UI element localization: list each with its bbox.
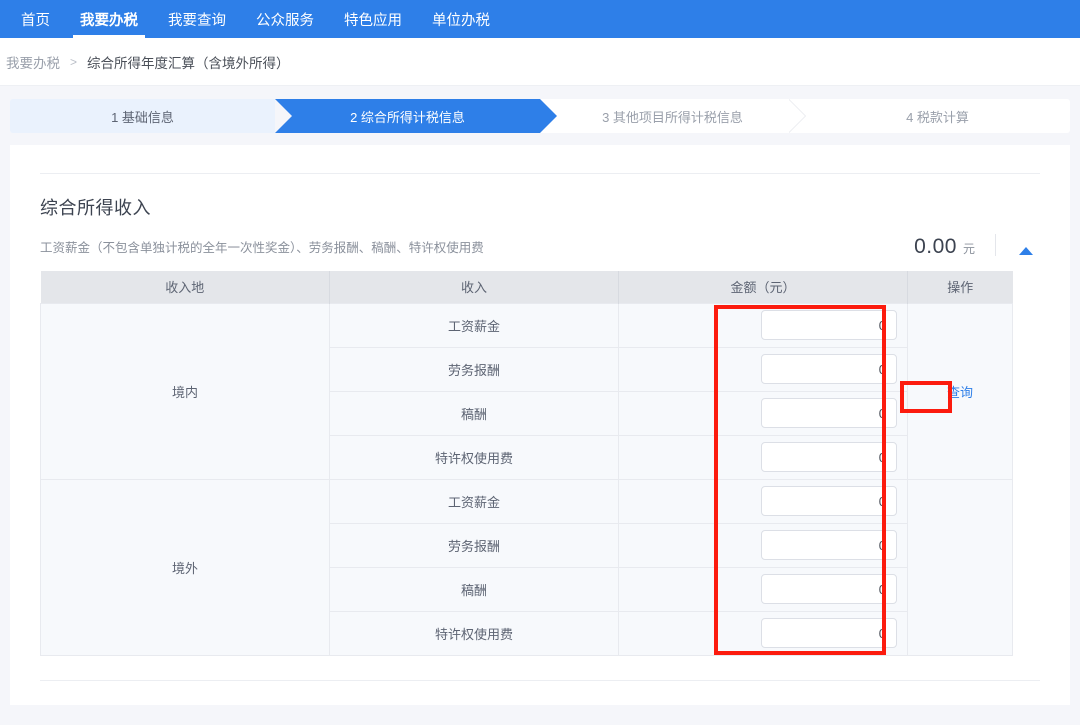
amount-cell [618, 522, 908, 568]
total-amount-unit: 元 [962, 242, 975, 256]
table-row: 境内 工资薪金 查询 [40, 302, 1013, 480]
step-basic-info[interactable]: 1 基础信息 [10, 99, 292, 133]
income-type-cell: 特许权使用费 [329, 610, 619, 656]
step-other-income-label: 3 其他项目所得计税信息 [602, 109, 743, 125]
amount-input-overseas-royalty-author[interactable] [761, 574, 897, 604]
total-amount-value: 0.00 [914, 235, 957, 258]
amount-cell [618, 566, 908, 612]
section-description: 工资薪金（不包含单独计税的全年一次性奖金）、劳务报酬、稿酬、特许权使用费 [40, 241, 484, 255]
income-type-cell: 稿酬 [329, 390, 619, 436]
breadcrumb-separator-icon: > [70, 54, 78, 69]
action-cell-overseas [907, 478, 1013, 656]
card-bottom-divider [40, 680, 1040, 681]
query-link-domestic[interactable]: 查询 [947, 385, 973, 400]
breadcrumb-root-link[interactable]: 我要办税 [6, 52, 60, 72]
amount-input-domestic-labor[interactable] [761, 354, 897, 384]
section-title: 综合所得收入 [40, 198, 151, 218]
amount-input-domestic-salary[interactable] [761, 310, 897, 340]
vertical-divider [995, 234, 996, 256]
column-header-income-type: 收入 [329, 271, 619, 303]
amount-input-overseas-salary[interactable] [761, 486, 897, 516]
income-type-cell: 特许权使用费 [329, 434, 619, 480]
step-basic-info-label: 1 基础信息 [111, 109, 174, 125]
section-collapse-button[interactable] [1012, 247, 1040, 259]
nav-item-company-tax[interactable]: 单位办税 [417, 0, 505, 38]
nav-item-tax-filing[interactable]: 我要办税 [65, 0, 153, 38]
step-tax-calculation[interactable]: 4 税款计算 [805, 99, 1070, 133]
income-table-header: 收入地 收入 金额（元） 操作 [40, 271, 1013, 303]
nav-item-inquiry[interactable]: 我要查询 [153, 0, 241, 38]
caret-up-icon [1019, 247, 1033, 255]
step-other-income[interactable]: 3 其他项目所得计税信息 [540, 99, 806, 133]
income-table: 收入地 收入 金额（元） 操作 境内 工资薪金 查询 [40, 271, 1013, 656]
region-cell-domestic: 境内 [40, 302, 330, 480]
amount-input-domestic-royalty-author[interactable] [761, 398, 897, 428]
column-header-region: 收入地 [40, 271, 330, 303]
progress-stepper-container: 1 基础信息 2 综合所得计税信息 3 其他项目所得计税信息 4 税款计算 [0, 86, 1080, 133]
column-header-amount: 金额（元） [618, 271, 908, 303]
amount-cell [618, 390, 908, 436]
nav-item-public-service[interactable]: 公众服务 [241, 0, 329, 38]
income-type-cell: 劳务报酬 [329, 522, 619, 568]
amount-cell [618, 346, 908, 392]
action-cell-domestic: 查询 [907, 302, 1013, 480]
comprehensive-income-section: 综合所得收入 工资薪金（不包含单独计税的全年一次性奖金）、劳务报酬、稿酬、特许权… [40, 146, 1040, 681]
income-type-cell: 劳务报酬 [329, 346, 619, 392]
region-cell-overseas: 境外 [40, 478, 330, 656]
table-row: 境外 工资薪金 [40, 478, 1013, 656]
top-navigation-bar: 首页 我要办税 我要查询 公众服务 特色应用 单位办税 [0, 0, 1080, 38]
amount-cell [618, 302, 908, 348]
amount-input-overseas-labor[interactable] [761, 530, 897, 560]
nav-item-home[interactable]: 首页 [6, 0, 65, 38]
income-type-cell: 工资薪金 [329, 302, 619, 348]
column-header-action: 操作 [907, 271, 1013, 303]
step-tax-calculation-label: 4 税款计算 [906, 109, 969, 125]
step-comprehensive-income[interactable]: 2 综合所得计税信息 [275, 99, 557, 133]
progress-stepper: 1 基础信息 2 综合所得计税信息 3 其他项目所得计税信息 4 税款计算 [10, 99, 1070, 133]
income-type-cell: 稿酬 [329, 566, 619, 612]
amount-input-overseas-license-fee[interactable] [761, 618, 897, 648]
amount-cell [618, 478, 908, 524]
income-type-cell: 工资薪金 [329, 478, 619, 524]
income-table-body: 境内 工资薪金 查询 劳务报酬 稿酬 [40, 302, 1013, 656]
step-comprehensive-income-label: 2 综合所得计税信息 [350, 109, 465, 125]
nav-item-featured-apps[interactable]: 特色应用 [329, 0, 417, 38]
table-header-row: 收入地 收入 金额（元） 操作 [40, 271, 1013, 303]
section-total-amount: 0.00 元 [914, 235, 995, 259]
step-divider-chevron-icon [788, 99, 805, 133]
section-subheader-row: 工资薪金（不包含单独计税的全年一次性奖金）、劳务报酬、稿酬、特许权使用费 0.0… [40, 234, 1040, 259]
card-top-divider [40, 173, 1040, 174]
main-content-card: 综合所得收入 工资薪金（不包含单独计税的全年一次性奖金）、劳务报酬、稿酬、特许权… [10, 145, 1070, 705]
breadcrumb-current-page: 综合所得年度汇算（含境外所得） [87, 55, 290, 71]
breadcrumb: 我要办税 > 综合所得年度汇算（含境外所得） [0, 38, 1080, 86]
amount-input-domestic-license-fee[interactable] [761, 442, 897, 472]
amount-cell [618, 610, 908, 656]
amount-cell [618, 434, 908, 480]
